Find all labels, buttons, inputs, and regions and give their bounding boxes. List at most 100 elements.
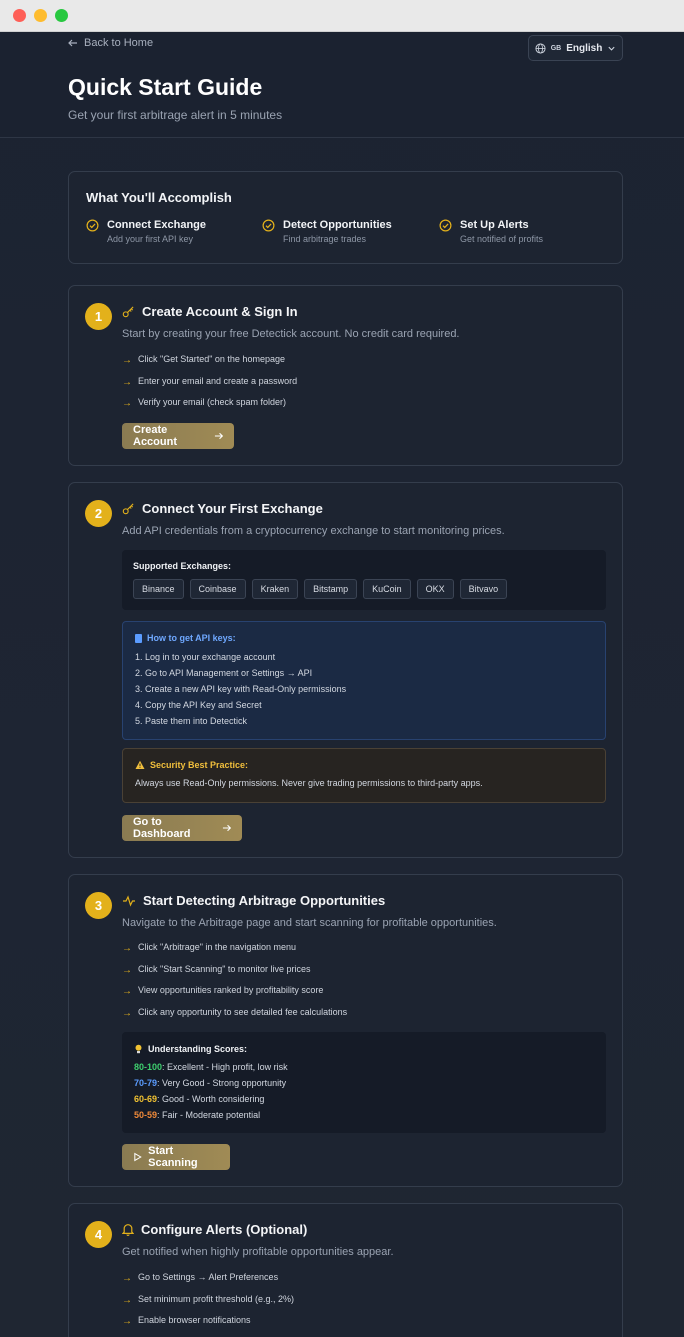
list-item: → Click any opportunity to see detailed f… [122,1007,347,1029]
list-item: → Go to Settings → Alert Preferences [122,1272,294,1294]
score-row: 50-59: Fair - Moderate potential [134,1110,594,1126]
list-item-text: Go to Settings → Alert Preferences [138,1272,279,1282]
accomplish-item-subtitle: Add your first API key [107,234,194,244]
create-account-button[interactable]: Create Account [122,423,234,449]
check-circle-icon [86,219,99,232]
supported-exchanges-box: Supported Exchanges: Binance Coinbase Kr… [122,550,606,610]
lightbulb-icon [135,1044,142,1054]
exchange-chip-kraken: Kraken [251,579,299,599]
step-description: Get notified when highly profitable oppo… [122,1246,394,1258]
list-item: → Click "Arbitrage" in the navigation men… [122,942,347,964]
maximize-window-button[interactable] [55,9,68,22]
back-link-label: Back to Home [84,37,154,49]
accomplish-item: Set Up Alerts Get notified of profits [439,219,543,244]
step-title: Configure Alerts (Optional) [141,1222,308,1237]
exchange-chip-kucoin: KuCoin [363,579,411,599]
api-step: 4. Copy the API Key and Secret [135,700,262,710]
arrow-right-icon [214,432,223,440]
start-scanning-button[interactable]: Start Scanning [122,1144,230,1170]
step-card-3: 3 Start Detecting Arbitrage Opportunitie… [68,874,623,1187]
arrow-right-icon: → [122,964,132,976]
security-text: Always use Read-Only permissions. Never … [135,778,483,788]
accomplish-item: Connect Exchange Add your first API key [86,219,262,244]
minimize-window-button[interactable] [34,9,47,22]
step-instructions: → Go to Settings → Alert Preferences → Set… [122,1272,294,1337]
book-icon [135,633,142,643]
step-number-badge: 4 [85,1221,112,1248]
score-range: 50-59 [134,1110,158,1120]
list-item-text: Click "Get Started" on the homepage [138,354,285,364]
step-title: Create Account & Sign In [142,304,298,319]
accomplish-item-subtitle: Get notified of profits [460,234,544,244]
exchange-chip-bitstamp: Bitstamp [304,579,358,599]
accomplish-item-subtitle: Find arbitrage trades [283,234,367,244]
list-item: → Set minimum profit threshold (e.g., 2%) [122,1294,294,1316]
arrow-right-icon: → [122,943,132,954]
score-text: : Excellent - High profit, low risk [162,1062,288,1072]
arrow-right-icon: → [122,1273,132,1284]
play-icon [134,1152,142,1162]
list-item-text: Click any opportunity to see detailed fe… [138,1006,348,1017]
accomplish-item-title: Connect Exchange [107,219,207,231]
score-text: : Fair - Moderate potential [157,1110,261,1120]
step-instructions: → Click "Arbitrage" in the navigation men… [122,942,347,1028]
score-text: : Very Good - Strong opportunity [157,1078,287,1088]
step-description: Start by creating your free Detectick ac… [122,328,460,340]
api-step: 5. Paste them into Detectick [135,716,248,726]
arrow-right-icon: → [122,986,132,997]
step-card-4: 4 Configure Alerts (Optional) Get notifi… [68,1203,623,1337]
list-item-text: View opportunities ranked by profitabili… [138,985,324,995]
button-label: Start Scanning [148,1145,198,1169]
check-circle-icon [262,219,275,232]
api-step: 3. Create a new API key with Read-Only p… [135,684,347,694]
score-text: : Good - Worth considering [157,1094,265,1104]
arrow-right-icon: → [122,1316,132,1327]
list-item: → View opportunities ranked by profitabil… [122,985,347,1007]
list-item: → Enter your email and create a password [122,376,297,398]
arrow-right-icon: → [122,1007,132,1019]
score-row: 80-100: Excellent - High profit, low ris… [134,1062,594,1078]
flag-label: GB [550,44,562,52]
key-icon [122,503,134,515]
score-row: 60-69: Good - Worth considering [134,1094,594,1110]
score-range: 80-100 [134,1062,163,1072]
scores-box: Understanding Scores: 80-100: Excellent … [122,1032,606,1133]
page: Back to Home GB English Quick Start Guid… [0,32,684,1337]
activity-icon [123,894,135,907]
step-card-2: 2 Connect Your First Exchange Add API cr… [68,482,623,858]
language-selector[interactable]: GB English [528,35,623,61]
globe-icon [535,42,546,54]
exchange-chip-okx: OKX [416,579,454,599]
exchange-chip-binance: Binance [133,579,184,599]
accomplish-card: What You'll Accomplish Connect Exchange A… [68,171,623,264]
accomplish-item-title: Detect Opportunities [283,219,392,231]
step-description: Navigate to the Arbitrage page and start… [122,917,497,929]
accomplish-item-title: Set Up Alerts [460,219,529,231]
list-item-text: Enter your email and create a password [138,375,298,386]
button-label: Go to Dashboard [133,816,191,840]
api-keys-label: How to get API keys: [147,633,236,643]
step-number-badge: 1 [85,303,112,330]
chevron-down-icon [608,46,615,51]
list-item: → Verify your email (check spam folder) [122,397,297,419]
arrow-right-icon: → [122,355,132,366]
list-item-text: Click "Start Scanning" to monitor live p… [138,963,311,974]
list-item-text: Verify your email (check spam folder) [138,397,287,407]
page-subtitle: Get your first arbitrage alert in 5 minu… [68,108,283,122]
page-title: Quick Start Guide [68,74,263,100]
step-number-badge: 3 [85,892,112,919]
bell-icon [122,1224,134,1236]
step-number-badge: 2 [85,500,112,527]
list-item: → Enable browser notifications [122,1315,294,1337]
arrow-right-icon: → [122,376,132,388]
go-to-dashboard-button[interactable]: Go to Dashboard [122,815,242,841]
back-to-home-link[interactable]: Back to Home [68,37,153,49]
arrow-right-icon: → [122,398,132,409]
step-instructions: → Click "Get Started" on the homepage → En… [122,354,297,419]
step-title: Connect Your First Exchange [142,501,323,516]
accomplish-item: Detect Opportunities Find arbitrage trade… [262,219,439,244]
close-window-button[interactable] [13,9,26,22]
security-label: Security Best Practice: [150,760,249,770]
step-card-1: 1 Create Account & Sign In Start by crea… [68,285,623,466]
scores-label: Understanding Scores: [148,1044,248,1054]
